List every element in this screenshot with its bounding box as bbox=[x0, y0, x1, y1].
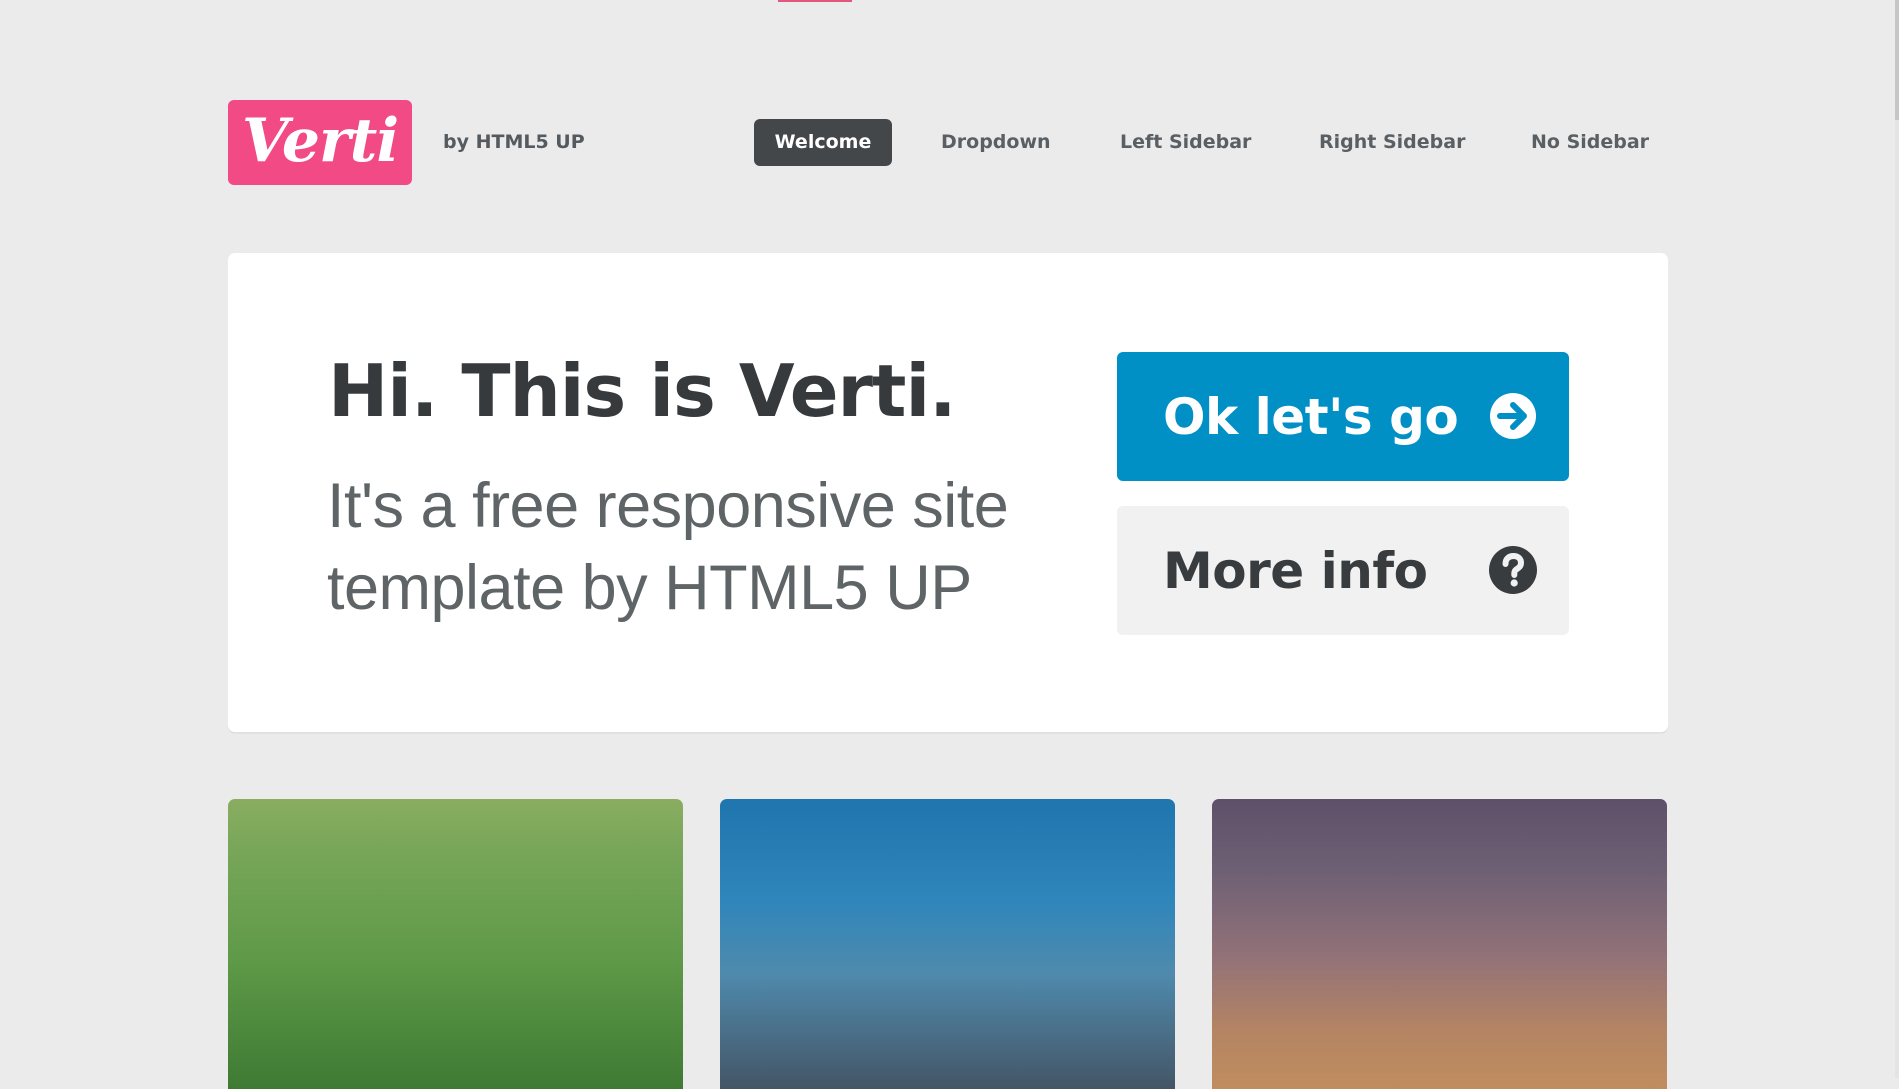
more-info-label: More info bbox=[1163, 541, 1428, 600]
top-accent-bar bbox=[778, 0, 852, 2]
question-circle-icon bbox=[1489, 546, 1537, 594]
nav-item-no-sidebar[interactable]: No Sidebar bbox=[1531, 119, 1649, 166]
nav-item-right-sidebar[interactable]: Right Sidebar bbox=[1319, 119, 1465, 166]
feature-tile-image bbox=[720, 799, 1175, 1089]
ok-lets-go-label: Ok let's go bbox=[1163, 387, 1459, 446]
page-scrollbar[interactable] bbox=[1895, 0, 1899, 1078]
banner: Hi. This is Verti. It's a free responsiv… bbox=[228, 253, 1668, 732]
banner-headline: Hi. This is Verti. bbox=[328, 349, 957, 433]
site-tagline: by HTML5 UP bbox=[443, 131, 585, 153]
nav-item-welcome[interactable]: Welcome bbox=[754, 119, 892, 166]
scrollbar-thumb[interactable] bbox=[1895, 0, 1899, 120]
ok-lets-go-button[interactable]: Ok let's go bbox=[1117, 352, 1569, 481]
site-logo[interactable]: Verti bbox=[228, 100, 412, 185]
banner-subline-line-2: template by HTML5 UP bbox=[327, 553, 972, 623]
feature-tile-image bbox=[1212, 799, 1667, 1089]
feature-tile-image bbox=[228, 799, 683, 1089]
arrow-right-circle-icon bbox=[1490, 393, 1536, 439]
logo-text: Verti bbox=[241, 105, 399, 176]
banner-subline-line-1: It's a free responsive site bbox=[327, 471, 1009, 541]
more-info-button[interactable]: More info bbox=[1117, 506, 1569, 635]
nav-item-left-sidebar[interactable]: Left Sidebar bbox=[1120, 119, 1251, 166]
nav-item-dropdown[interactable]: Dropdown bbox=[941, 119, 1051, 166]
banner-subline: It's a free responsive site template by … bbox=[327, 465, 1027, 629]
